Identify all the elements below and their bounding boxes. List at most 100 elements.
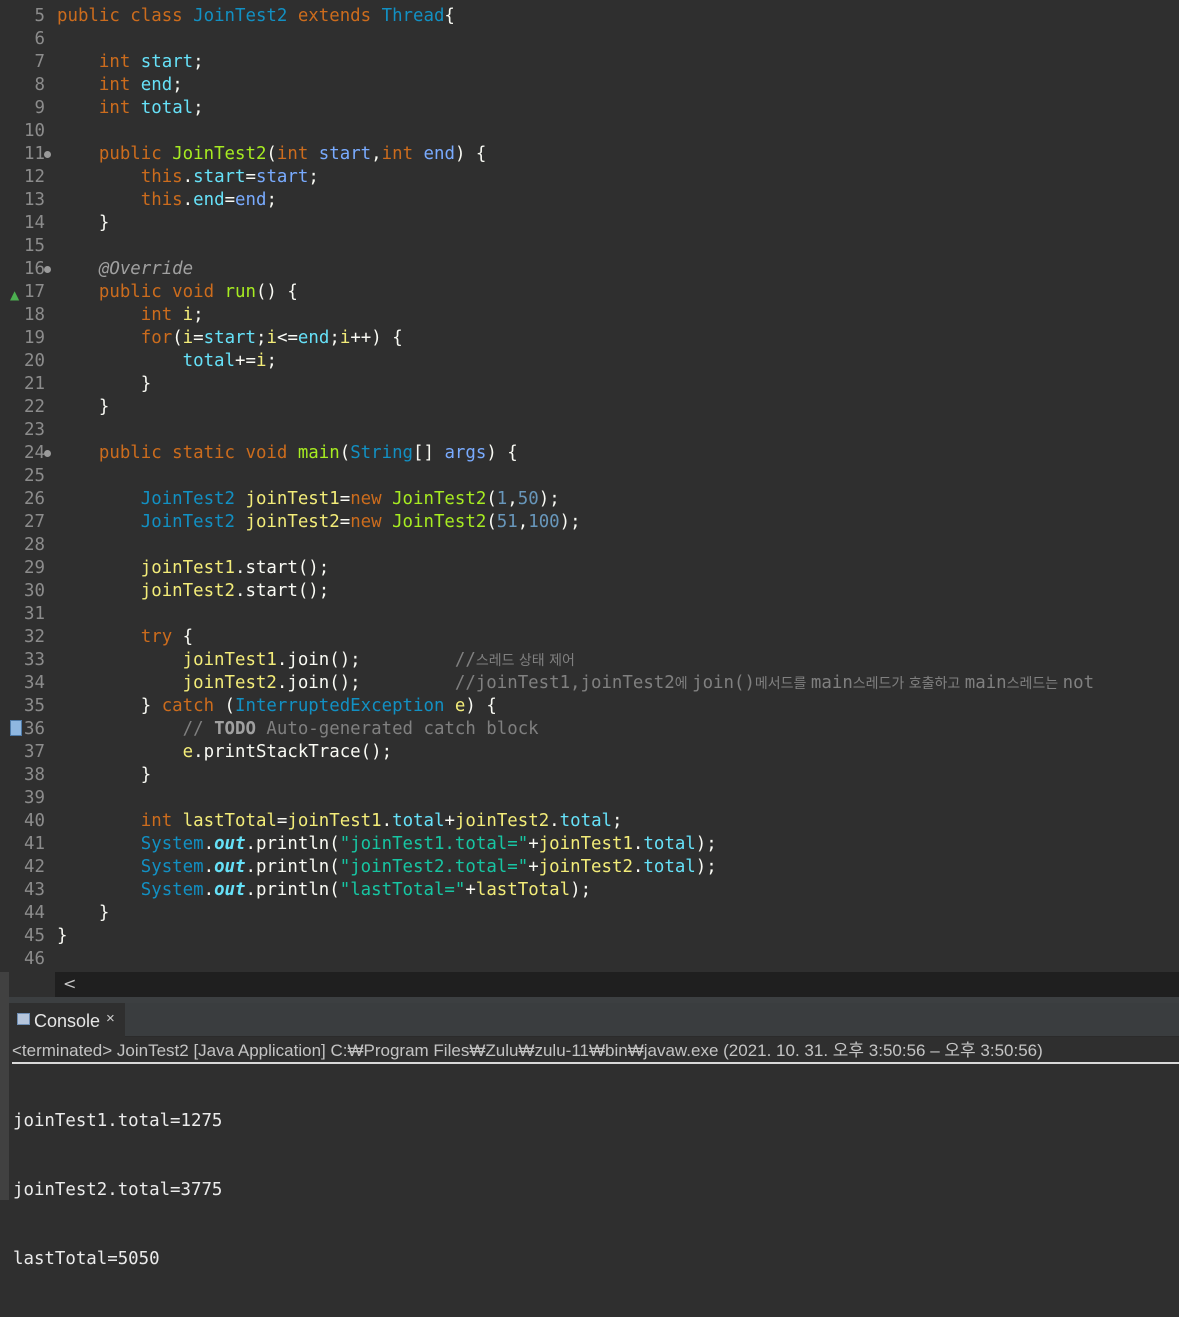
code-line[interactable]: 6 — [0, 28, 1179, 51]
line-number[interactable]: 38 — [9, 764, 45, 787]
line-number[interactable]: 20 — [9, 350, 45, 373]
line-number[interactable]: 37 — [9, 741, 45, 764]
line-number[interactable]: 31 — [9, 603, 45, 626]
code-line[interactable]: 17 ▲ public void run() { — [0, 281, 1179, 304]
line-number[interactable]: 13 — [9, 189, 45, 212]
fold-icon[interactable] — [44, 266, 51, 273]
code-line[interactable]: 23 — [0, 419, 1179, 442]
line-number[interactable]: 23 — [9, 419, 45, 442]
code-line[interactable]: 35 } catch (InterruptedException e) { — [0, 695, 1179, 718]
line-number[interactable]: 19 — [9, 327, 45, 350]
code-line[interactable]: 38 } — [0, 764, 1179, 787]
line-number[interactable]: 24 — [9, 442, 45, 465]
line-number[interactable]: 25 — [9, 465, 45, 488]
line-number[interactable]: 34 — [9, 672, 45, 695]
code-line[interactable]: 24 public static void main(String[] args… — [0, 442, 1179, 465]
line-number[interactable]: 29 — [9, 557, 45, 580]
console-output[interactable]: joinTest1.total=1275 joinTest2.total=377… — [13, 1064, 222, 1317]
line-number[interactable]: 14 — [9, 212, 45, 235]
code-token: ( — [339, 443, 351, 463]
line-number[interactable]: 43 — [9, 879, 45, 902]
line-number[interactable]: 5 — [9, 5, 45, 28]
code-line[interactable]: 40 int lastTotal=joinTest1.total+joinTes… — [0, 810, 1179, 833]
code-line[interactable]: 33 joinTest1.join(); //스레드 상태 제어 — [0, 649, 1179, 672]
line-number[interactable]: 28 — [9, 534, 45, 557]
code-line[interactable]: 31 — [0, 603, 1179, 626]
code-line[interactable]: 25 — [0, 465, 1179, 488]
fold-icon[interactable] — [44, 151, 51, 158]
code-line[interactable]: 39 — [0, 787, 1179, 810]
code-line[interactable]: 29 joinTest1.start(); — [0, 557, 1179, 580]
line-number[interactable]: 35 — [9, 695, 45, 718]
line-number[interactable]: 41 — [9, 833, 45, 856]
code-line[interactable]: 42 System.out.println("joinTest2.total="… — [0, 856, 1179, 879]
line-number[interactable]: 44 — [9, 902, 45, 925]
line-number[interactable]: 33 — [9, 649, 45, 672]
task-icon[interactable] — [10, 720, 22, 736]
code-line[interactable]: 36 // TODO Auto-generated catch block — [0, 718, 1179, 741]
code-line[interactable]: 32 try { — [0, 626, 1179, 649]
fold-icon[interactable] — [44, 450, 51, 457]
line-number[interactable]: 27 — [9, 511, 45, 534]
code-line[interactable]: 30 joinTest2.start(); — [0, 580, 1179, 603]
code-line[interactable]: 9 int total; — [0, 97, 1179, 120]
line-number[interactable]: 15 — [9, 235, 45, 258]
code-line[interactable]: 7 int start; — [0, 51, 1179, 74]
line-number[interactable]: 30 — [9, 580, 45, 603]
line-number[interactable]: 32 — [9, 626, 45, 649]
tab-console[interactable]: Console × — [9, 1003, 125, 1037]
line-number[interactable]: 40 — [9, 810, 45, 833]
close-icon[interactable]: × — [106, 1010, 115, 1027]
code-line[interactable]: 46 — [0, 948, 1179, 971]
code-line[interactable]: 10 — [0, 120, 1179, 143]
code-line[interactable]: 5 public class JoinTest2 extends Thread{ — [0, 5, 1179, 28]
code-line[interactable]: 13 this.end=end; — [0, 189, 1179, 212]
scroll-left-arrow-icon[interactable]: < — [63, 974, 76, 993]
code-line[interactable]: 12 this.start=start; — [0, 166, 1179, 189]
horizontal-scrollbar[interactable]: < — [55, 972, 1179, 997]
code-line[interactable]: 22 } — [0, 396, 1179, 419]
line-number[interactable]: 22 — [9, 396, 45, 419]
code-line[interactable]: 15 — [0, 235, 1179, 258]
line-number[interactable]: 16 — [9, 258, 45, 281]
line-number[interactable]: 8 — [9, 74, 45, 97]
line-number[interactable]: 39 — [9, 787, 45, 810]
line-number[interactable]: 18 — [9, 304, 45, 327]
code-line[interactable]: 45} — [0, 925, 1179, 948]
code-line[interactable]: 16 @Override — [0, 258, 1179, 281]
code-line[interactable]: 44 } — [0, 902, 1179, 925]
line-number[interactable]: 6 — [9, 28, 45, 51]
code-line[interactable]: 34 joinTest2.join(); //joinTest1,joinTes… — [0, 672, 1179, 695]
line-number[interactable]: 45 — [9, 925, 45, 948]
code-line[interactable]: 37 e.printStackTrace(); — [0, 741, 1179, 764]
code-line[interactable]: 43 System.out.println("lastTotal="+lastT… — [0, 879, 1179, 902]
line-number[interactable]: 10 — [9, 120, 45, 143]
code-line[interactable]: 19 for(i=start;i<=end;i++) { — [0, 327, 1179, 350]
code-line[interactable]: 8 int end; — [0, 74, 1179, 97]
line-number[interactable]: 11 — [9, 143, 45, 166]
code-line[interactable]: 26 JoinTest2 joinTest1=new JoinTest2(1,5… — [0, 488, 1179, 511]
code-token: Auto-generated catch block — [255, 719, 539, 739]
code-token: end — [297, 328, 330, 348]
line-number[interactable]: 7 — [9, 51, 45, 74]
code-line[interactable]: 20 total+=i; — [0, 350, 1179, 373]
line-number[interactable]: 9 — [9, 97, 45, 120]
code-line[interactable]: 28 — [0, 534, 1179, 557]
code-line[interactable]: 21 } — [0, 373, 1179, 396]
line-number[interactable]: 42 — [9, 856, 45, 879]
code-token: "joinTest1.total=" — [339, 834, 529, 854]
line-number[interactable]: 21 — [9, 373, 45, 396]
code-line[interactable]: 27 JoinTest2 joinTest2=new JoinTest2(51,… — [0, 511, 1179, 534]
code-line[interactable]: 41 System.out.println("joinTest1.total="… — [0, 833, 1179, 856]
line-number[interactable]: 26 — [9, 488, 45, 511]
line-number[interactable]: 46 — [9, 948, 45, 971]
code-line[interactable]: 18 int i; — [0, 304, 1179, 327]
code-line[interactable]: 14 } — [0, 212, 1179, 235]
code-editor[interactable]: 5 public class JoinTest2 extends Thread{6… — [0, 0, 1179, 972]
line-number[interactable]: 12 — [9, 166, 45, 189]
code-line[interactable]: 11 public JoinTest2(int start,int end) { — [0, 143, 1179, 166]
code-token: start — [203, 328, 256, 348]
